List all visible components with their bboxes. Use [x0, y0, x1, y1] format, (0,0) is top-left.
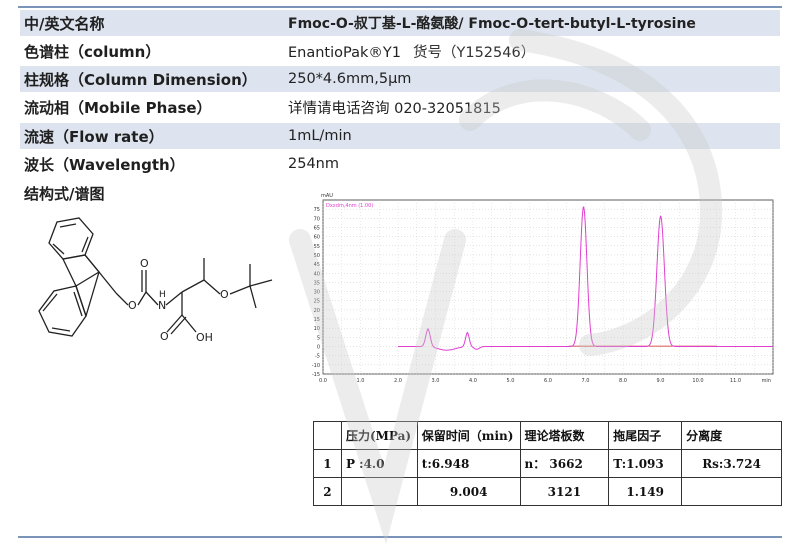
bottom-rule — [18, 536, 782, 538]
x-tick-label: 2.0 — [394, 378, 402, 384]
table-header-cell: 保留时间（min) — [416, 421, 521, 450]
table-cell: P :4.0 — [340, 449, 418, 478]
table-header-cell: 分离度 — [681, 421, 782, 450]
y-tick-label: 30 — [314, 290, 320, 296]
x-tick-label: 10.0 — [692, 378, 703, 384]
table-header-cell: 拖尾因子 — [608, 421, 683, 450]
atom-oh: OH — [196, 331, 213, 344]
table-header-cell: 理论塔板数 — [519, 421, 610, 450]
row-wavelength: 波长（Wavelength） 254nm — [20, 151, 780, 177]
compound-name: Fmoc-O-叔丁基-L-酪氨酸/ Fmoc-O-tert-butyl-L-ty… — [288, 16, 696, 32]
y-tick-label: 20 — [314, 308, 320, 314]
atom-o-ester: O — [128, 299, 137, 312]
table-cell: n： 3662 — [519, 449, 610, 478]
table-row: 1 P :4.0 t:6.948 n： 3662 T:1.093 Rs:3.72… — [313, 449, 782, 478]
row-label: 结构式/谱图 — [24, 184, 105, 203]
x-tick-label: 1.0 — [357, 378, 365, 384]
y-axis-label: mAU — [321, 193, 333, 199]
row-label: 中/英文名称 — [24, 14, 105, 33]
wavelength-value: 254nm — [288, 156, 339, 172]
atom-n: N — [158, 299, 166, 312]
row-label: 柱规格（Column Dimension） — [24, 70, 257, 89]
y-tick-label: 25 — [314, 299, 320, 305]
row-label: 流动相（Mobile Phase） — [24, 98, 212, 117]
column-value: EnantioPak®Y1 货号（Y152546） — [288, 44, 536, 61]
table-header-cell: 压力(MPa) — [340, 421, 418, 450]
row-flow-rate: 流速（Flow rate） 1mL/min — [20, 123, 780, 149]
y-tick-label: 70 — [314, 216, 320, 222]
peak-apex — [466, 331, 469, 334]
y-tick-label: -10 — [312, 363, 320, 369]
atom-o-ether: O — [220, 288, 229, 301]
structure-labels: O O N H O OH O — [128, 257, 229, 344]
row-label: 流速（Flow rate） — [24, 127, 164, 146]
y-tick-label: 60 — [314, 235, 320, 241]
atom-o-carbonyl: O — [140, 257, 149, 270]
mobile-phase-value: 详情请电话咨询 020-32051815 — [288, 100, 501, 117]
row-column: 色谱柱（column） EnantioPak®Y1 货号（Y152546） — [20, 38, 780, 64]
table-cell — [340, 477, 418, 506]
results-table: 压力(MPa) 保留时间（min) 理论塔板数 拖尾因子 分离度 1 P :4.… — [313, 421, 782, 506]
peak-apex — [659, 215, 662, 218]
x-tick-label: 11.0 — [730, 378, 741, 384]
atom-o-acid: O — [160, 330, 169, 343]
x-tick-label: 7.0 — [582, 378, 590, 384]
x-axis-label: min — [762, 378, 771, 384]
top-rule — [18, 6, 782, 8]
table-header-cell — [313, 421, 342, 450]
legend-label: Dxxdm,4nm (1.00) — [326, 203, 373, 209]
table-cell: t:6.948 — [416, 449, 521, 478]
flow-rate-value: 1mL/min — [288, 128, 352, 144]
atom-h: H — [159, 290, 166, 300]
y-tick-label: 15 — [314, 317, 320, 323]
x-tick-label: 8.0 — [619, 378, 627, 384]
structure-diagram: O O N H O OH O — [38, 217, 273, 344]
y-tick-label: 40 — [314, 271, 320, 277]
table-header-row: 压力(MPa) 保留时间（min) 理论塔板数 拖尾因子 分离度 — [313, 421, 782, 450]
structure-bonds — [38, 217, 273, 337]
row-name: 中/英文名称 Fmoc-O-叔丁基-L-酪氨酸/ Fmoc-O-tert-but… — [20, 10, 780, 36]
x-tick-label: 5.0 — [507, 378, 515, 384]
table-row: 2 9.004 3121 1.149 — [313, 477, 782, 506]
table-cell: 2 — [313, 477, 342, 506]
table-cell: 9.004 — [416, 477, 521, 506]
x-tick-label: 6.0 — [544, 378, 552, 384]
catalog-number: 货号（Y152546） — [412, 44, 536, 61]
row-label: 色谱柱（column） — [24, 42, 161, 61]
x-tick-label: 9.0 — [657, 378, 665, 384]
y-tick-label: 35 — [314, 280, 320, 286]
peak-apex — [582, 206, 585, 209]
peak-apex — [427, 328, 429, 330]
x-tick-label: 0.0 — [319, 378, 327, 384]
y-tick-label: 75 — [314, 207, 320, 213]
table-cell: T:1.093 — [608, 449, 683, 478]
chromatogram: -15-10-50510152025303540455055606570750.… — [312, 193, 774, 384]
y-tick-label: -5 — [315, 354, 320, 360]
y-tick-label: 65 — [314, 225, 320, 231]
y-tick-label: 5 — [317, 335, 320, 341]
table-cell: 1.149 — [608, 477, 683, 506]
x-tick-label: 4.0 — [469, 378, 477, 384]
table-cell: Rs:3.724 — [681, 449, 782, 478]
y-tick-label: 50 — [314, 253, 320, 259]
row-dimension: 柱规格（Column Dimension） 250*4.6mm,5µm — [20, 66, 780, 92]
y-tick-label: 10 — [314, 326, 320, 332]
row-mobile-phase: 流动相（Mobile Phase） 详情请电话咨询 020-32051815 — [20, 94, 780, 120]
row-label: 波长（Wavelength） — [24, 155, 185, 174]
dimension-value: 250*4.6mm,5µm — [288, 71, 412, 87]
table-cell: 3121 — [519, 477, 610, 506]
x-tick-label: 3.0 — [432, 378, 440, 384]
table-cell — [681, 477, 782, 506]
y-tick-label: 0 — [317, 345, 320, 351]
y-tick-label: 55 — [314, 244, 320, 250]
table-cell: 1 — [313, 449, 342, 478]
y-tick-label: 45 — [314, 262, 320, 268]
